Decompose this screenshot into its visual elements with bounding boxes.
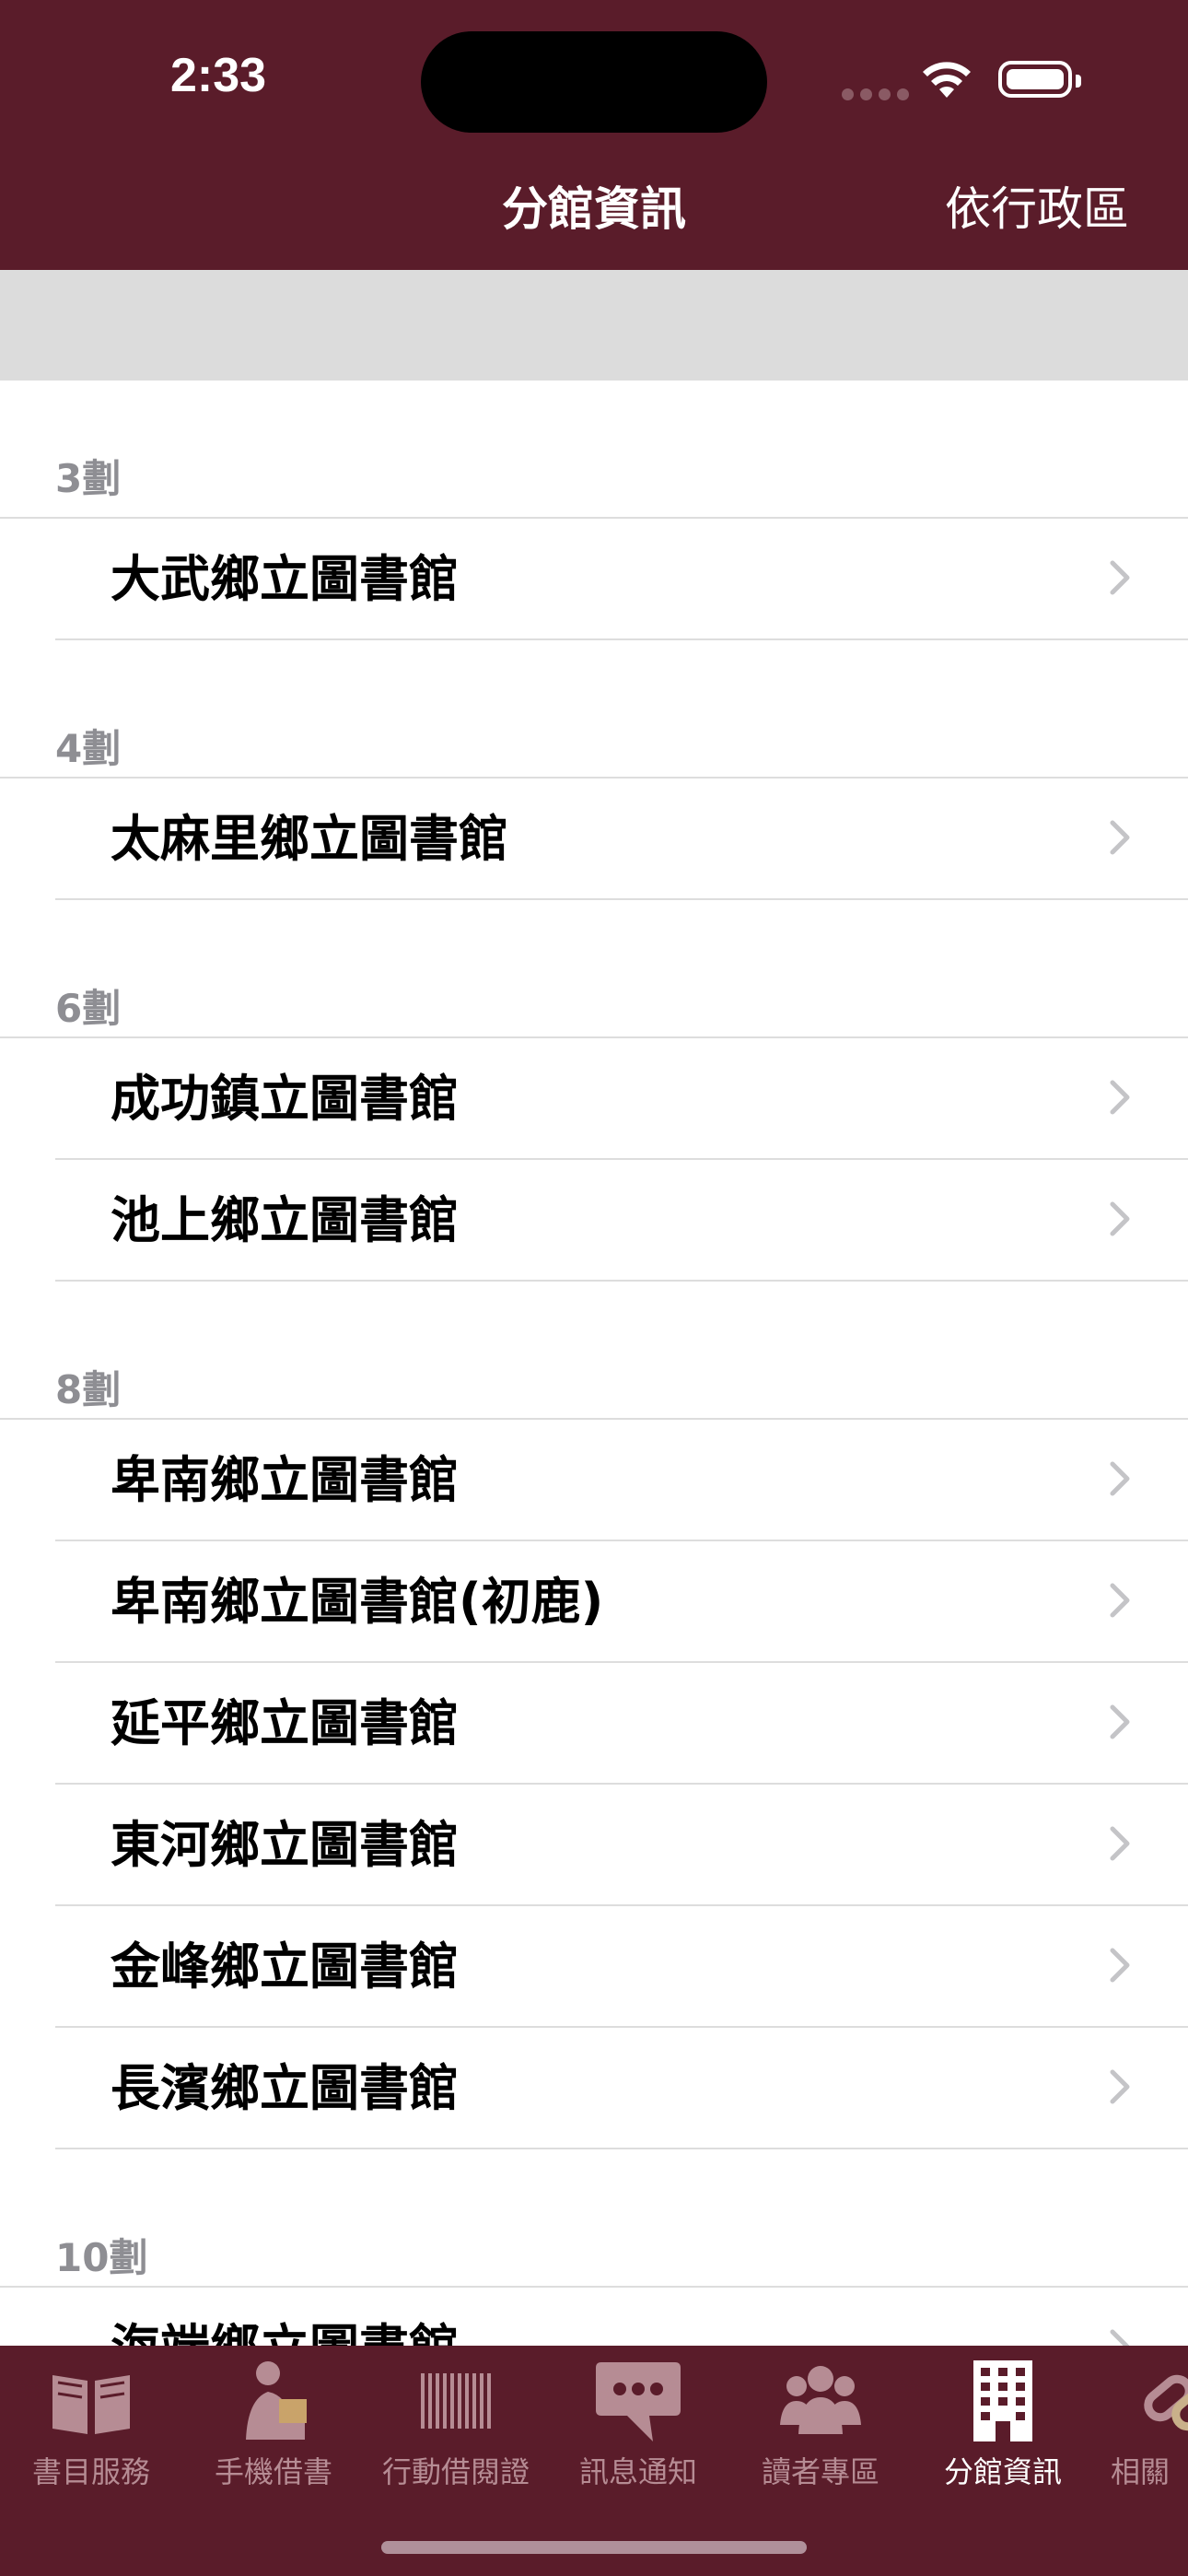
branch-list[interactable]: 3劃 大武鄉立圖書館 4劃 太麻里鄉立圖書館 6劃 成功鎮立圖書館 池上鄉立圖書… xyxy=(0,381,1188,2346)
navigation-header: 2:33 分館資訊 依行政區 xyxy=(0,0,1188,270)
chat-bubble-icon xyxy=(596,2362,681,2441)
reader-icon xyxy=(246,2361,307,2440)
list-item-label: 大武鄉立圖書館 xyxy=(111,550,459,608)
section-header: 6劃 xyxy=(0,900,1188,1038)
list-item[interactable]: 池上鄉立圖書館 xyxy=(55,1160,1188,1282)
list-item-label: 池上鄉立圖書館 xyxy=(111,1191,459,1249)
chevron-right-icon xyxy=(1110,1201,1130,1236)
filter-by-district-button[interactable]: 依行政區 xyxy=(945,180,1129,239)
list-item[interactable]: 成功鎮立圖書館 xyxy=(55,1038,1188,1160)
tab-label: 相關 xyxy=(1111,2454,1171,2489)
chevron-right-icon xyxy=(1110,820,1130,855)
chevron-right-icon xyxy=(1110,1583,1130,1618)
chevron-right-icon xyxy=(1110,560,1130,595)
list-item[interactable]: 金峰鄉立圖書館 xyxy=(55,1906,1188,2028)
chevron-right-icon xyxy=(1110,1080,1130,1115)
cellular-signal-icon xyxy=(842,87,915,104)
list-item-label: 卑南鄉立圖書館 xyxy=(111,1451,459,1509)
section-header: 4劃 xyxy=(0,640,1188,779)
list-item-label: 太麻里鄉立圖書館 xyxy=(111,810,508,868)
list-item-label: 成功鎮立圖書館 xyxy=(111,1070,459,1128)
building-icon xyxy=(973,2360,1032,2441)
barcode-icon xyxy=(421,2373,491,2429)
list-item-label: 海端鄉立圖書館 xyxy=(111,2319,459,2346)
status-time: 2:33 xyxy=(170,49,267,102)
tab-label: 書目服務 xyxy=(31,2454,150,2489)
list-item[interactable]: 卑南鄉立圖書館(初鹿) xyxy=(55,1541,1188,1663)
chevron-right-icon xyxy=(1110,2069,1130,2104)
list-item-label: 東河鄉立圖書館 xyxy=(111,1816,459,1874)
tab-label: 行動借閱證 xyxy=(381,2454,530,2489)
battery-icon xyxy=(998,61,1081,98)
link-icon xyxy=(1144,2374,1188,2431)
tab-label: 訊息通知 xyxy=(578,2454,697,2489)
search-bar-area[interactable] xyxy=(0,270,1188,381)
chevron-right-icon xyxy=(1110,2329,1130,2346)
dynamic-island xyxy=(421,31,767,133)
section-header: 10劃 xyxy=(0,2149,1188,2288)
tab-catalog[interactable]: 書目服務 xyxy=(0,2346,182,2521)
book-icon xyxy=(52,2375,130,2434)
list-item[interactable]: 太麻里鄉立圖書館 xyxy=(55,779,1188,900)
list-item-label: 金峰鄉立圖書館 xyxy=(111,1938,459,1996)
tab-label: 手機借書 xyxy=(214,2454,332,2489)
chevron-right-icon xyxy=(1110,1948,1130,1983)
tab-label: 讀者專區 xyxy=(761,2454,879,2489)
list-item-label: 延平鄉立圖書館 xyxy=(111,1694,459,1752)
tab-related-links[interactable]: 相關 xyxy=(1094,2346,1188,2521)
tab-reader-zone[interactable]: 讀者專區 xyxy=(729,2346,912,2521)
chevron-right-icon xyxy=(1110,1461,1130,1496)
section-header: 3劃 xyxy=(0,381,1188,519)
list-item[interactable]: 海端鄉立圖書館 xyxy=(55,2288,1188,2346)
wifi-icon xyxy=(923,62,971,98)
list-item[interactable]: 大武鄉立圖書館 xyxy=(55,519,1188,640)
chevron-right-icon xyxy=(1110,1826,1130,1861)
tab-branch-info[interactable]: 分館資訊 xyxy=(912,2346,1094,2521)
list-item[interactable]: 延平鄉立圖書館 xyxy=(55,1663,1188,1785)
tab-mobile-card[interactable]: 行動借閱證 xyxy=(365,2346,547,2521)
tab-mobile-borrow[interactable]: 手機借書 xyxy=(182,2346,365,2521)
tab-label: 分館資訊 xyxy=(943,2454,1062,2489)
section-header: 8劃 xyxy=(0,1282,1188,1420)
chevron-right-icon xyxy=(1110,1704,1130,1739)
list-item[interactable]: 長濱鄉立圖書館 xyxy=(55,2028,1188,2149)
list-item[interactable]: 卑南鄉立圖書館 xyxy=(55,1420,1188,1541)
list-item-label: 卑南鄉立圖書館(初鹿) xyxy=(111,1573,604,1631)
list-item[interactable]: 東河鄉立圖書館 xyxy=(55,1785,1188,1906)
people-icon xyxy=(780,2366,861,2434)
home-indicator xyxy=(381,2541,807,2554)
tab-notifications[interactable]: 訊息通知 xyxy=(547,2346,729,2521)
list-item-label: 長濱鄉立圖書館 xyxy=(111,2059,459,2117)
